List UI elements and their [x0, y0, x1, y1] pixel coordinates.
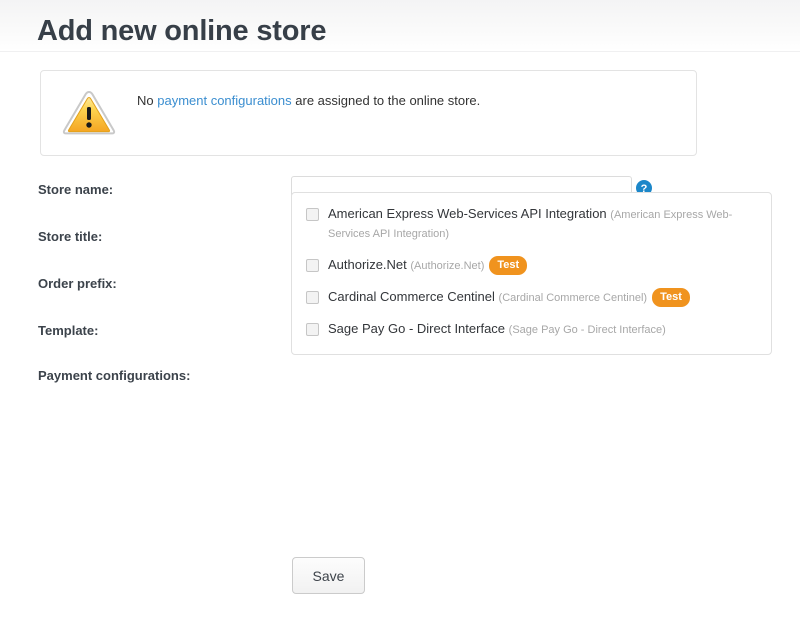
checkbox-payment-1[interactable] [306, 259, 319, 272]
payment-item-body-3: Sage Pay Go - Direct Interface (Sage Pay… [328, 320, 759, 339]
payment-item-code: (Cardinal Commerce Centinel) [498, 292, 648, 304]
payment-item-name: Authorize.Net [328, 257, 407, 272]
payment-item-body-2: Cardinal Commerce Centinel (Cardinal Com… [328, 288, 759, 307]
list-item[interactable]: Cardinal Commerce Centinel (Cardinal Com… [306, 288, 759, 307]
payment-configurations-label: Payment configurations: [38, 368, 191, 383]
store-title-label: Store title: [38, 229, 103, 244]
warning-triangle-icon [61, 88, 117, 138]
alert-message: No payment configurations are assigned t… [137, 92, 500, 110]
payment-item-body-0: American Express Web-Services API Integr… [328, 205, 759, 243]
list-item[interactable]: Authorize.Net (Authorize.Net) Test [306, 256, 759, 275]
status-badge: Test [489, 256, 528, 275]
checkbox-payment-0[interactable] [306, 208, 319, 221]
page-title: Add new online store [37, 15, 327, 47]
payment-configurations-link[interactable]: payment configurations [157, 93, 291, 108]
store-name-label: Store name: [38, 182, 114, 197]
alert-text-after: are assigned to the online store. [291, 93, 481, 108]
payment-item-code: (Sage Pay Go - Direct Interface) [508, 324, 666, 336]
payment-item-name: Sage Pay Go - Direct Interface [328, 321, 506, 336]
save-button[interactable]: Save [292, 557, 365, 594]
list-item[interactable]: Sage Pay Go - Direct Interface (Sage Pay… [306, 320, 759, 339]
add-online-store-page: Add new online store No payment configur… [0, 0, 800, 623]
checkbox-payment-3[interactable] [306, 323, 319, 336]
template-label: Template: [38, 323, 99, 338]
payment-item-name: American Express Web-Services API Integr… [328, 206, 607, 221]
alert-text-before: No [137, 93, 158, 108]
no-payment-configurations-alert: No payment configurations are assigned t… [40, 70, 697, 156]
list-item[interactable]: American Express Web-Services API Integr… [306, 205, 759, 243]
payment-item-code: (Authorize.Net) [410, 260, 485, 272]
payment-configurations-panel: American Express Web-Services API Integr… [291, 192, 772, 355]
payment-item-name: Cardinal Commerce Centinel [328, 289, 495, 304]
alert-icon-container [41, 88, 137, 138]
order-prefix-label: Order prefix: [38, 276, 117, 291]
status-badge: Test [652, 288, 690, 307]
payment-item-body-1: Authorize.Net (Authorize.Net) Test [328, 256, 759, 275]
checkbox-payment-2[interactable] [306, 291, 319, 304]
